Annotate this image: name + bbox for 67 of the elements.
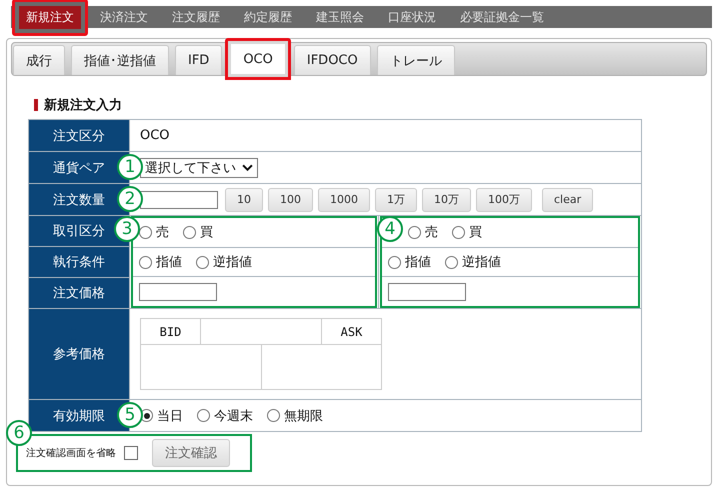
nav-tab[interactable]: 決済注文 [92, 6, 156, 28]
confirm-order-button[interactable]: 注文確認 [152, 439, 230, 467]
radio-icon[interactable] [139, 256, 152, 268]
radio-option[interactable]: 今週末 [197, 406, 253, 424]
quantity-button[interactable]: 100万 [476, 188, 532, 212]
chevron-down-icon [242, 163, 253, 172]
radio-option[interactable]: 逆指値 [445, 253, 501, 271]
radio-icon[interactable] [267, 409, 280, 422]
quantity-button[interactable]: clear [542, 188, 594, 212]
quantity-button[interactable]: 100 [268, 188, 313, 212]
price-input[interactable] [139, 282, 217, 301]
order-type-tab[interactable]: 成行 [13, 45, 65, 75]
field-label: 注文価格 [53, 285, 105, 302]
field-label: 注文数量 [53, 192, 105, 208]
field-label: 通貨ペア [53, 160, 105, 176]
quantity-button[interactable]: 10 [225, 188, 263, 212]
radio-icon[interactable] [197, 409, 210, 422]
step-number-badge: 4 [377, 216, 403, 242]
step-number-badge: 2 [117, 186, 143, 212]
skip-confirm-label: 注文確認画面を省略 [26, 446, 116, 460]
radio-option[interactable]: 指値 [388, 253, 431, 271]
radio-icon[interactable] [408, 226, 421, 239]
currency-dropdown[interactable]: 選択して下さい [140, 158, 258, 178]
nav-tab[interactable]: 必要証拠金一覧 [452, 6, 552, 28]
radio-icon[interactable] [196, 256, 209, 268]
field-label: 取引区分 [53, 223, 105, 240]
step-number-badge: 6 [6, 420, 32, 446]
field-label: 参考価格 [53, 346, 105, 363]
quantity-button[interactable]: 10万 [422, 188, 471, 212]
radio-icon[interactable] [452, 226, 465, 239]
field-label: 注文区分 [53, 128, 105, 144]
table-header: BID [141, 319, 201, 344]
order-type-tab[interactable]: 指値･逆指値 [71, 45, 169, 75]
radio-option[interactable]: 無期限 [267, 406, 323, 424]
radio-icon[interactable] [183, 226, 196, 239]
quantity-button[interactable]: 1万 [375, 188, 417, 212]
nav-tab[interactable]: 口座状況 [380, 6, 444, 28]
radio-option[interactable]: 逆指値 [196, 253, 252, 271]
radio-option[interactable]: 売 [408, 223, 438, 242]
heading-marker-icon [34, 99, 38, 111]
price-input[interactable] [388, 282, 466, 301]
order-type-tab[interactable]: IFD [175, 45, 222, 75]
quantity-input[interactable] [140, 190, 218, 208]
step-number-badge: 3 [114, 216, 140, 242]
field-label: 有効期限 [53, 408, 105, 424]
quantity-button[interactable]: 1000 [318, 188, 370, 212]
nav-tab[interactable]: 注文履歴 [164, 6, 228, 28]
field-value: OCO [140, 128, 170, 143]
order-type-tab[interactable]: OCO [225, 38, 291, 80]
table-header: ASK [321, 319, 381, 344]
radio-option[interactable]: 指値 [139, 253, 182, 271]
radio-option[interactable]: 買 [183, 223, 213, 242]
radio-option[interactable]: 当日 [140, 406, 183, 424]
order-type-tab[interactable]: IFDOCO [294, 45, 371, 75]
section-title: 新規注文入力 [44, 96, 122, 114]
nav-tab[interactable]: 新規注文 [12, 0, 88, 36]
step-number-badge: 1 [117, 154, 143, 180]
nav-tab[interactable]: 約定履歴 [236, 6, 300, 28]
radio-option[interactable]: 買 [452, 223, 482, 242]
step-number-badge: 5 [117, 402, 143, 428]
nav-tab[interactable]: 建玉照会 [308, 6, 372, 28]
radio-icon[interactable] [388, 256, 401, 268]
radio-icon[interactable] [139, 226, 152, 239]
field-label: 執行条件 [53, 254, 105, 271]
order-type-tab[interactable]: トレール [376, 45, 455, 75]
checkbox[interactable] [124, 446, 138, 460]
radio-icon[interactable] [445, 256, 458, 268]
